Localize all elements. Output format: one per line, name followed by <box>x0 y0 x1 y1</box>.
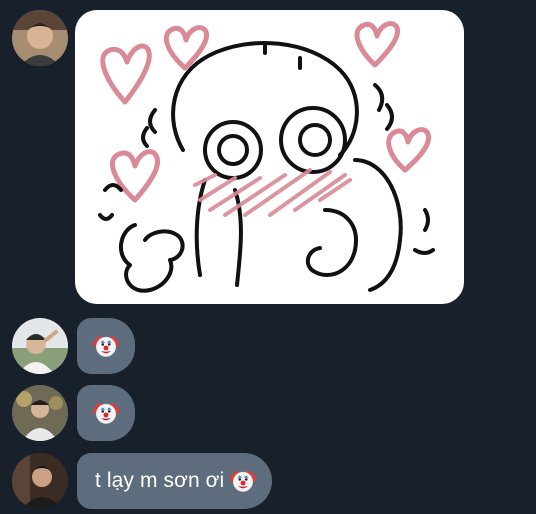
profile-photo <box>12 385 68 441</box>
avatar[interactable] <box>12 318 68 374</box>
avatar[interactable] <box>12 453 68 509</box>
blushing-character-sticker <box>98 21 435 293</box>
profile-photo <box>12 318 68 374</box>
profile-photo <box>12 453 68 509</box>
message-text: t lạy m sơn ơi <box>95 469 225 492</box>
message-bubble[interactable] <box>77 385 135 441</box>
clown-face-icon <box>230 468 256 494</box>
sticker-image[interactable] <box>75 10 464 304</box>
message-bubble[interactable]: t lạy m sơn ơi <box>77 453 273 509</box>
avatar[interactable] <box>12 10 68 66</box>
profile-photo <box>12 10 68 66</box>
clown-face-icon <box>93 333 119 359</box>
message-bubble[interactable] <box>77 318 135 374</box>
chat-thread: t lạy m sơn ơi <box>0 0 536 514</box>
avatar[interactable] <box>12 385 68 441</box>
clown-face-icon <box>93 400 119 426</box>
